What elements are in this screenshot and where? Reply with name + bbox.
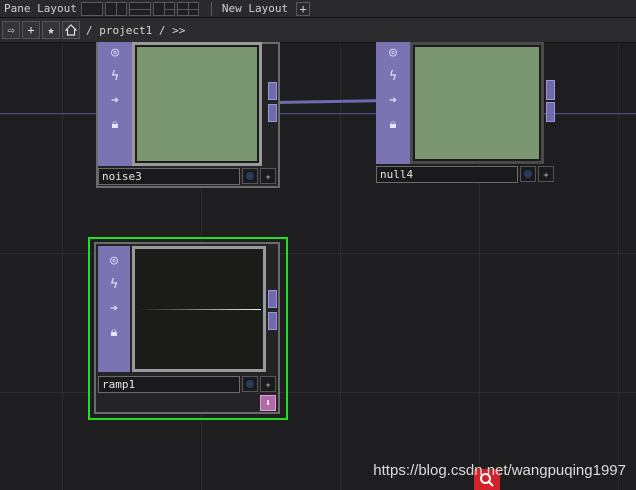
dot-icon	[524, 170, 532, 178]
output-connector[interactable]	[268, 312, 277, 330]
node-null4[interactable]: ◎ ϟ ➔ 🔒︎ null4 ✦	[374, 42, 558, 188]
viewer-toggle[interactable]	[520, 166, 536, 182]
layout-split-horizontal-button[interactable]	[128, 1, 151, 16]
viewer-image	[137, 251, 261, 367]
dot-icon	[246, 380, 254, 388]
lightning-icon[interactable]: ϟ	[383, 66, 403, 86]
lock-icon[interactable]: 🔒︎	[104, 322, 124, 342]
node-name-field[interactable]: null4	[376, 166, 518, 183]
layout-single-button[interactable]	[80, 1, 103, 16]
expand-parameters-button[interactable]: ⬇	[260, 395, 276, 411]
viewer-image	[415, 47, 539, 159]
layout-split-vertical-button[interactable]	[104, 1, 127, 16]
path-bar: ⇨ + ★ / project1 / >>	[0, 18, 636, 43]
viewer-image	[137, 47, 257, 161]
node-icon-column: ◎ ϟ ➔ 🔒︎	[98, 42, 132, 166]
node-name-field[interactable]: ramp1	[98, 376, 240, 393]
arrow-icon[interactable]: ➔	[383, 90, 403, 110]
add-button[interactable]: +	[22, 21, 40, 39]
node-noise3[interactable]: ◎ ϟ ➔ 🔒︎ noise3 ✦	[96, 42, 280, 188]
ramp-line	[137, 309, 261, 310]
divider	[210, 1, 212, 16]
pane-layout-bar: Pane Layout New Layout +	[0, 0, 636, 18]
node-ramp1[interactable]: ◎ ϟ ➔ 🔒︎ ramp1 ✦ ⬇	[94, 242, 280, 417]
lightning-icon[interactable]: ϟ	[105, 66, 125, 86]
layout-three-pane-button[interactable]	[152, 1, 175, 16]
plus-icon: +	[27, 23, 35, 37]
layout-four-pane-button[interactable]	[176, 1, 199, 16]
bookmark-button[interactable]: ★	[42, 21, 60, 39]
arrow-icon[interactable]: ➔	[105, 90, 125, 110]
star-icon: ★	[47, 23, 55, 37]
node-icon-column: ◎ ϟ ➔ 🔒︎	[376, 42, 410, 164]
node-name-field[interactable]: noise3	[98, 168, 240, 185]
flag-button[interactable]: ✦	[260, 168, 276, 184]
down-arrow-icon: ⬇	[264, 397, 272, 409]
node-viewer[interactable]	[132, 42, 262, 166]
new-layout-label: New Layout	[221, 2, 289, 15]
output-connector[interactable]	[546, 102, 555, 122]
star-small-icon: ✦	[542, 167, 550, 181]
lock-icon[interactable]: 🔒︎	[105, 114, 125, 134]
lock-icon[interactable]: 🔒︎	[383, 114, 403, 134]
dot-icon	[246, 172, 254, 180]
home-button[interactable]	[62, 21, 80, 39]
arrow-icon[interactable]: ➔	[104, 298, 124, 318]
flag-button[interactable]: ✦	[538, 166, 554, 182]
target-icon[interactable]: ◎	[383, 42, 403, 62]
star-small-icon: ✦	[264, 169, 272, 183]
home-icon	[65, 24, 77, 36]
target-icon[interactable]: ◎	[105, 42, 125, 62]
plus-icon: +	[299, 1, 307, 16]
watermark-text: https://blog.csdn.net/wangpuqing1997	[373, 462, 626, 479]
target-icon[interactable]: ◎	[104, 250, 124, 270]
viewer-toggle[interactable]	[242, 376, 258, 392]
add-layout-button[interactable]: +	[296, 1, 311, 16]
output-connector[interactable]	[268, 104, 277, 122]
output-connector[interactable]	[268, 290, 277, 308]
node-viewer[interactable]	[410, 42, 544, 164]
pane-layout-label: Pane Layout	[4, 2, 77, 15]
arrow-right-icon: ⇨	[7, 23, 15, 37]
node-icon-column: ◎ ϟ ➔ 🔒︎	[98, 246, 130, 372]
output-connector[interactable]	[268, 82, 277, 100]
flag-button[interactable]: ✦	[260, 376, 276, 392]
network-path[interactable]: / project1 / >>	[86, 24, 185, 37]
star-small-icon: ✦	[264, 377, 272, 391]
output-connector[interactable]	[546, 80, 555, 100]
viewer-toggle[interactable]	[242, 168, 258, 184]
node-viewer[interactable]	[132, 246, 266, 372]
back-button[interactable]: ⇨	[2, 21, 20, 39]
lightning-icon[interactable]: ϟ	[104, 274, 124, 294]
